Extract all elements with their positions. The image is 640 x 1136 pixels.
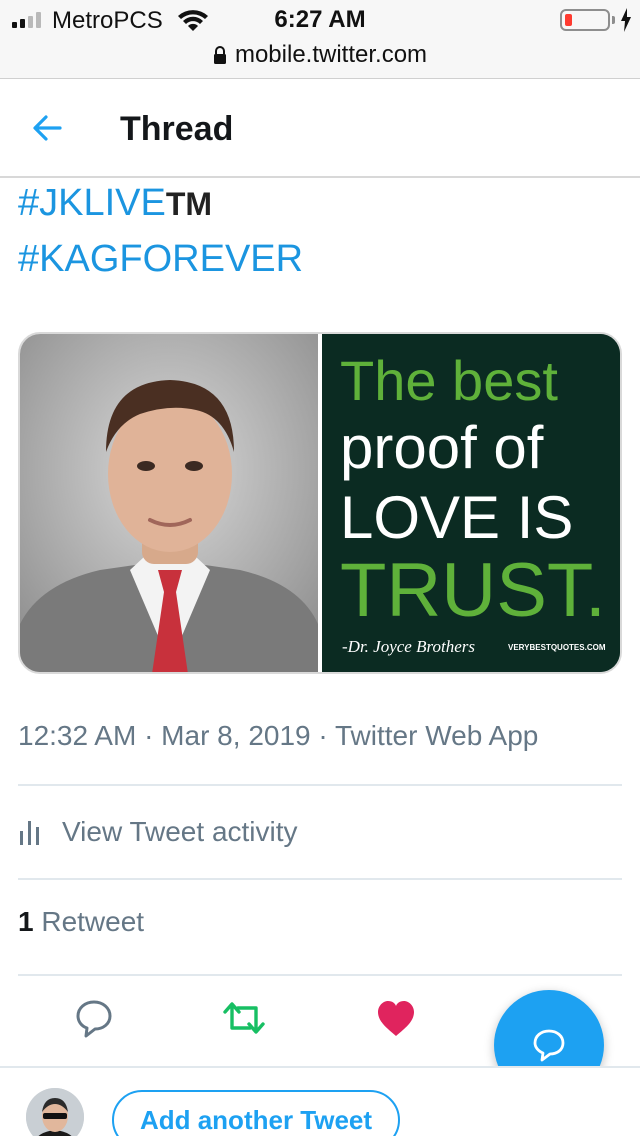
browser-chrome: MetroPCS 6:27 AM mobile.twitter.com — [0, 0, 640, 79]
battery-icon — [560, 9, 610, 31]
quote-source: VERYBESTQUOTES.COM — [508, 643, 606, 652]
composer-bar: Add another Tweet — [0, 1066, 640, 1136]
battery-tip — [612, 16, 615, 24]
view-tweet-activity-link[interactable]: View Tweet activity — [18, 812, 298, 852]
status-bar: MetroPCS 6:27 AM — [0, 0, 640, 40]
address-bar[interactable]: mobile.twitter.com — [0, 40, 640, 70]
tweet-media[interactable]: The best proof of LOVE IS TRUST. -Dr. Jo… — [18, 332, 622, 674]
add-another-tweet-button[interactable]: Add another Tweet — [112, 1090, 400, 1136]
tweet-timestamp[interactable]: 12:32 AM · Mar 8, 2019 · Twitter Web App — [18, 720, 538, 752]
hashtag-link-jklive[interactable]: #JKLIVE — [18, 182, 166, 224]
retweet-count[interactable]: 1 Retweet — [18, 906, 144, 938]
quote-attribution: -Dr. Joyce Brothers — [342, 637, 475, 656]
trademark-symbol: TM — [165, 186, 213, 222]
reply-icon[interactable] — [72, 996, 116, 1040]
compose-reply-icon — [533, 1029, 565, 1062]
lock-icon — [213, 46, 226, 64]
page-title: Thread — [120, 110, 234, 148]
portrait-photo[interactable] — [20, 334, 318, 672]
quote-line-3: LOVE IS — [340, 484, 573, 551]
heart-icon[interactable] — [374, 996, 418, 1040]
retweet-icon[interactable] — [222, 996, 266, 1040]
tweet-text-line-2: #KAGFOREVER — [18, 236, 303, 282]
url-text: mobile.twitter.com — [234, 41, 428, 68]
quote-line-4: TRUST. — [340, 548, 606, 633]
retweet-count-number: 1 — [18, 906, 34, 937]
tweet-text-line-1: #JKLIVETM — [18, 180, 212, 227]
quote-image[interactable]: The best proof of LOVE IS TRUST. -Dr. Jo… — [322, 334, 620, 672]
quote-line-1: The best — [340, 349, 558, 412]
quote-line-2: proof of — [340, 414, 544, 481]
divider — [18, 784, 622, 786]
avatar[interactable] — [26, 1088, 84, 1136]
hashtag-link-kagforever[interactable]: #KAGFOREVER — [18, 238, 303, 280]
analytics-icon — [20, 821, 39, 845]
divider — [18, 878, 622, 880]
charging-icon — [621, 8, 631, 32]
thread-header: Thread — [0, 80, 640, 178]
divider — [18, 974, 622, 976]
back-arrow-icon[interactable] — [30, 112, 66, 144]
activity-label: View Tweet activity — [62, 816, 298, 847]
retweet-count-label: Retweet — [41, 906, 145, 937]
clock: 6:27 AM — [274, 6, 366, 33]
